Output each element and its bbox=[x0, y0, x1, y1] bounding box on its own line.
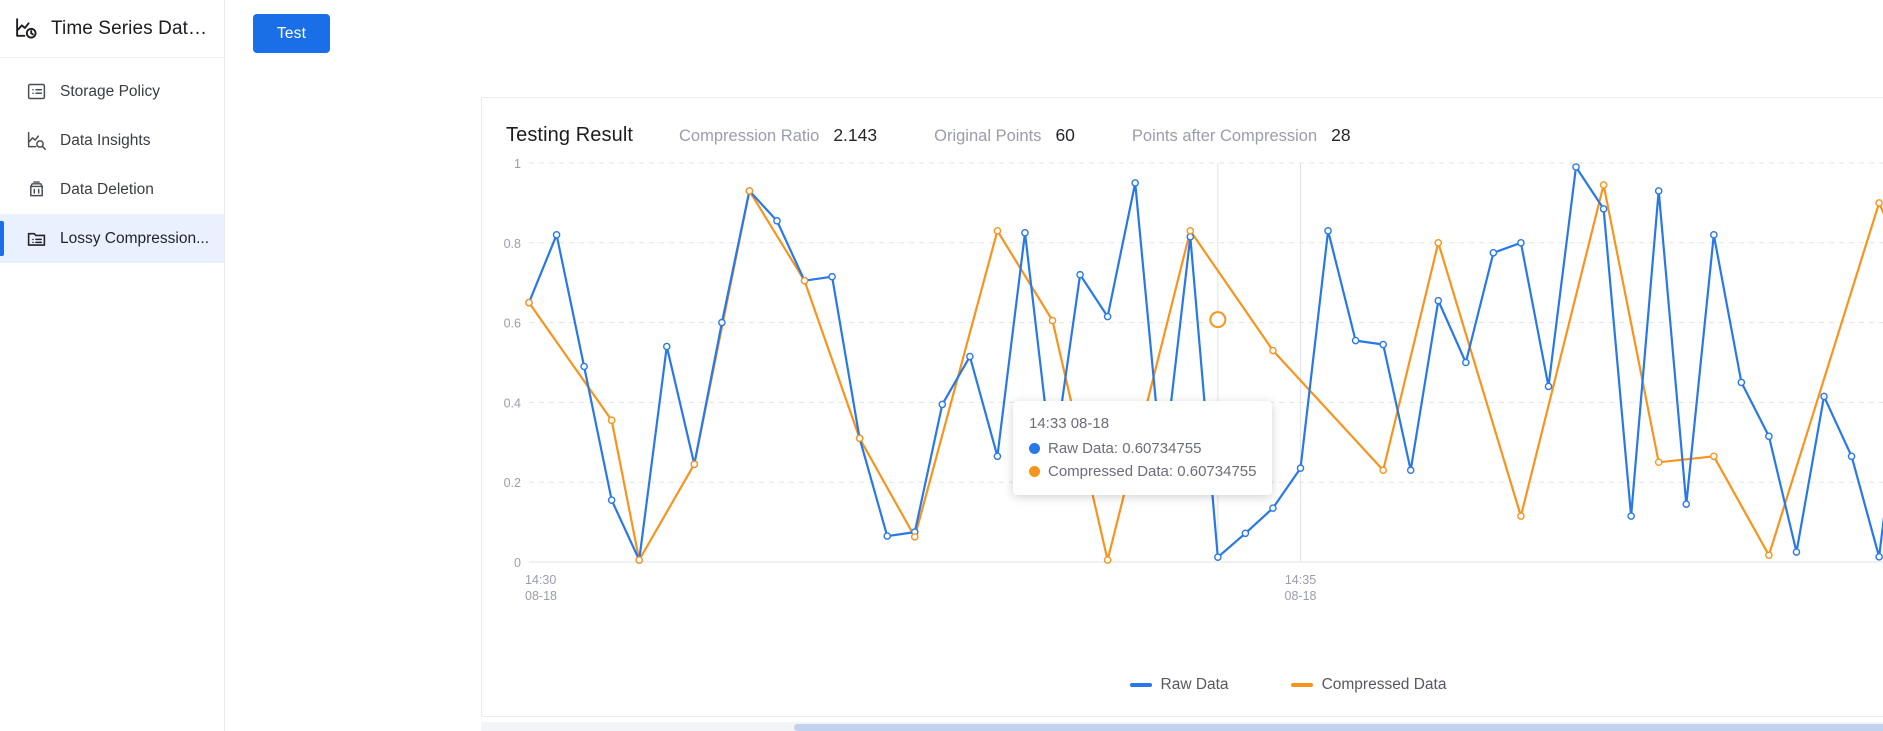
folder-list-icon bbox=[26, 228, 47, 249]
testing-result-card: Testing Result Compression Ratio 2.143 O… bbox=[481, 97, 1883, 717]
sidebar: Time Series Data ... Storage Policy Data… bbox=[0, 0, 225, 731]
tooltip-time: 14:33 08-18 bbox=[1029, 415, 1110, 432]
legend-label: Raw Data bbox=[1160, 676, 1229, 693]
stat-label: Points after Compression bbox=[1131, 127, 1318, 145]
list-box-icon bbox=[26, 81, 47, 102]
svg-text:0.6: 0.6 bbox=[504, 317, 521, 331]
legend-item-compressed-data[interactable]: Compressed Data bbox=[1290, 676, 1447, 694]
svg-text:14:35: 14:35 bbox=[1285, 573, 1316, 587]
svg-text:0.2: 0.2 bbox=[504, 476, 521, 490]
svg-text:1: 1 bbox=[514, 157, 521, 171]
app-root: Time Series Data ... Storage Policy Data… bbox=[0, 0, 1883, 731]
stat-value: 2.143 bbox=[833, 125, 878, 145]
tooltip-compressed-value: Compressed Data: 0.60734755 bbox=[1048, 463, 1257, 480]
card-header: Testing Result Compression Ratio 2.143 O… bbox=[482, 98, 1883, 156]
stat-points-after-compression: Points after Compression 28 bbox=[1132, 125, 1351, 146]
line-chart-clock-icon bbox=[14, 16, 39, 41]
svg-text:14:30: 14:30 bbox=[525, 573, 556, 587]
tooltip-raw-value: Raw Data: 0.60734755 bbox=[1048, 440, 1202, 457]
stat-value: 28 bbox=[1331, 125, 1351, 145]
sidebar-item-label: Data Deletion bbox=[60, 180, 154, 198]
tooltip-row-compressed: Compressed Data: 0.60734755 bbox=[1029, 460, 1256, 483]
test-button[interactable]: Test bbox=[253, 14, 330, 53]
legend-item-raw-data[interactable]: Raw Data bbox=[1129, 676, 1229, 694]
action-toolbar: Test bbox=[225, 0, 1883, 53]
sidebar-item-storage-policy[interactable]: Storage Policy bbox=[0, 67, 224, 116]
sidebar-item-lossy-compression[interactable]: Lossy Compression... bbox=[0, 214, 224, 263]
sidebar-item-label: Storage Policy bbox=[60, 82, 160, 100]
svg-text:08-18: 08-18 bbox=[1285, 589, 1317, 603]
main-content: Test Testing Result Compression Ratio 2.… bbox=[225, 0, 1883, 731]
series-dot-raw-icon bbox=[1029, 443, 1040, 454]
svg-text:0: 0 bbox=[514, 556, 521, 570]
stat-label: Compression Ratio bbox=[679, 127, 820, 145]
legend-swatch-compressed-icon bbox=[1290, 683, 1313, 687]
sidebar-menu: Storage Policy Data Insights Data Deleti… bbox=[0, 58, 224, 263]
stat-value: 60 bbox=[1055, 125, 1075, 145]
sidebar-item-data-deletion[interactable]: Data Deletion bbox=[0, 165, 224, 214]
tooltip-row-raw: Raw Data: 0.60734755 bbox=[1029, 437, 1256, 460]
chart-legend: Raw Data Compressed Data bbox=[482, 676, 1883, 694]
svg-text:0.4: 0.4 bbox=[504, 396, 521, 410]
stat-compression-ratio: Compression Ratio 2.143 bbox=[679, 125, 877, 146]
svg-text:08-18: 08-18 bbox=[525, 589, 557, 603]
legend-label: Compressed Data bbox=[1321, 676, 1447, 693]
compression-chart[interactable]: 00.20.40.60.8114:3008-1814:3508-1814:400… bbox=[482, 150, 1883, 695]
sidebar-header: Time Series Data ... bbox=[0, 0, 224, 58]
sidebar-item-label: Lossy Compression... bbox=[60, 229, 210, 247]
sidebar-title: Time Series Data ... bbox=[51, 17, 216, 39]
svg-text:0.8: 0.8 bbox=[504, 237, 521, 251]
sidebar-item-data-insights[interactable]: Data Insights bbox=[0, 116, 224, 165]
trash-bin-icon bbox=[26, 179, 47, 200]
stat-label: Original Points bbox=[934, 127, 1042, 145]
horizontal-scrollbar-track[interactable] bbox=[481, 722, 1883, 731]
horizontal-scrollbar-thumb[interactable] bbox=[794, 724, 1883, 731]
legend-swatch-raw-icon bbox=[1129, 683, 1152, 687]
sidebar-item-label: Data Insights bbox=[60, 131, 151, 149]
page-title: Testing Result bbox=[506, 124, 634, 146]
chart-tooltip: 14:33 08-18 Raw Data: 0.60734755 Compres… bbox=[1013, 401, 1273, 495]
stat-original-points: Original Points 60 bbox=[934, 125, 1075, 146]
chart-search-icon bbox=[26, 130, 47, 151]
series-dot-compressed-icon bbox=[1029, 466, 1040, 477]
